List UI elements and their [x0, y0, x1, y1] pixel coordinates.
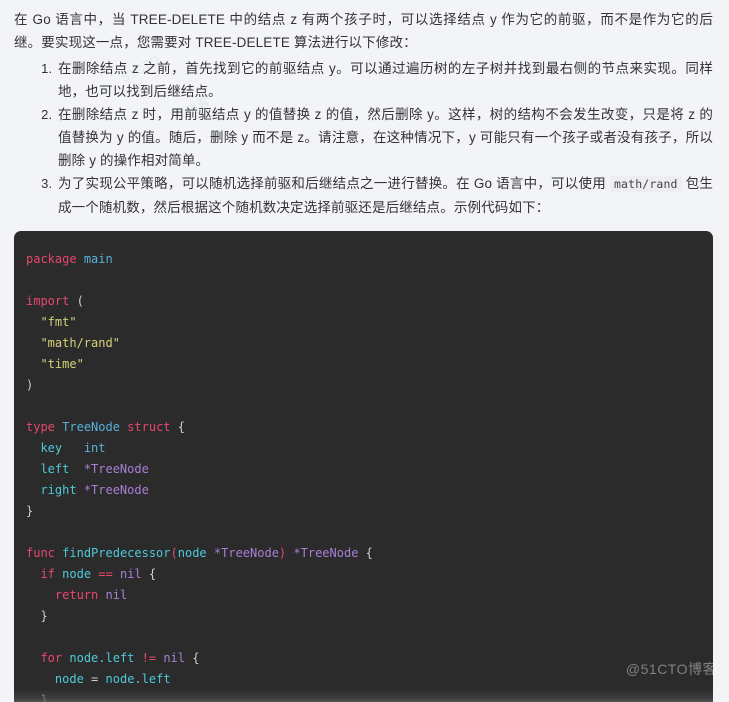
code-token: struct	[127, 420, 171, 434]
code-token: (	[170, 546, 178, 560]
code-token: for	[40, 651, 63, 665]
step3-text-before-code: 为了实现公平策略，可以随机选择前驱和后继结点之一进行替换。在 Go 语言中，可以…	[58, 176, 610, 191]
code-token: "math/rand"	[40, 336, 120, 350]
code-token: "fmt"	[40, 315, 77, 329]
code-token: return	[54, 588, 99, 602]
article-intro-paragraph: 在 Go 语言中，当 TREE-DELETE 中的结点 z 有两个孩子时，可以选…	[14, 12, 713, 50]
code-token: }	[26, 504, 34, 518]
code-token: if	[40, 567, 55, 581]
code-block-content[interactable]: package main import ( "fmt" "math/rand" …	[14, 231, 713, 702]
code-token: {	[365, 546, 373, 560]
code-token: nil	[163, 651, 186, 665]
code-token: *TreeNode	[83, 462, 149, 476]
code-token: node.left	[105, 672, 171, 686]
code-token: import	[26, 294, 70, 308]
code-token: left	[40, 462, 70, 476]
code-token: int	[83, 441, 106, 455]
code-token: TreeNode	[62, 420, 120, 434]
code-token: *TreeNode	[293, 546, 359, 560]
code-token: nil	[119, 567, 142, 581]
list-item: 在删除结点 z 时，用前驱结点 y 的值替换 z 的值，然后删除 y。这样，树的…	[56, 103, 729, 172]
code-token: {	[177, 420, 185, 434]
code-token: node	[62, 567, 92, 581]
code-token: node	[54, 672, 84, 686]
code-token: nil	[105, 588, 128, 602]
code-token: right	[40, 483, 77, 497]
code-token: (	[76, 294, 84, 308]
code-token: !=	[141, 651, 157, 665]
code-token: func	[26, 546, 55, 560]
code-token: }	[40, 693, 48, 702]
code-token: )	[26, 378, 34, 392]
code-token: main	[83, 252, 113, 266]
code-token: key	[40, 441, 63, 455]
code-token: package	[26, 252, 77, 266]
modification-steps-list: 在删除结点 z 之前，首先找到它的前驱结点 y。可以通过遍历树的左子树并找到最右…	[0, 57, 729, 219]
article-container: 在 Go 语言中，当 TREE-DELETE 中的结点 z 有两个孩子时，可以选…	[0, 0, 729, 702]
code-block[interactable]: package main import ( "fmt" "math/rand" …	[14, 231, 713, 702]
code-token: *TreeNode	[83, 483, 149, 497]
code-token: findPredecessor	[62, 546, 171, 560]
code-token: node	[177, 546, 207, 560]
code-token: *TreeNode	[213, 546, 279, 560]
code-token: type	[26, 420, 55, 434]
code-token: "time"	[40, 357, 84, 371]
list-item: 为了实现公平策略，可以随机选择前驱和后继结点之一进行替换。在 Go 语言中，可以…	[56, 172, 729, 219]
list-item: 在删除结点 z 之前，首先找到它的前驱结点 y。可以通过遍历树的左子树并找到最右…	[56, 57, 729, 103]
code-token: {	[148, 567, 157, 581]
inline-code-math-rand: math/rand	[609, 176, 682, 192]
code-token: }	[40, 609, 48, 623]
code-token: {	[192, 651, 200, 665]
code-token: node.left	[69, 651, 135, 665]
code-token: ==	[98, 567, 113, 581]
